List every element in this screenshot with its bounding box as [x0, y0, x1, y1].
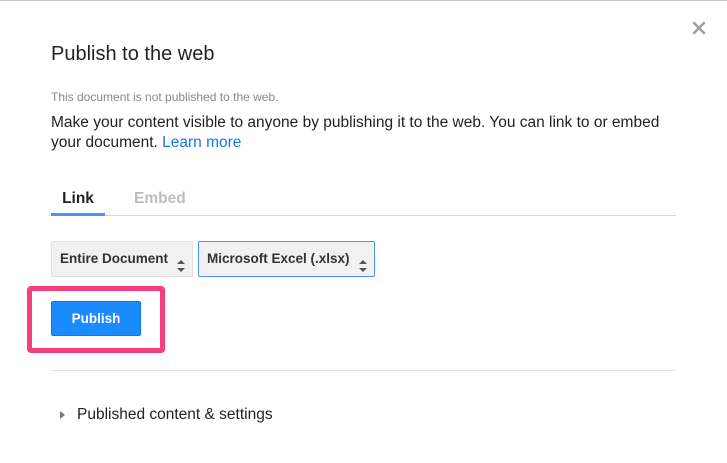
- publish-button[interactable]: Publish: [51, 301, 141, 336]
- tab-embed[interactable]: Embed: [134, 187, 186, 216]
- description-text: Make your content visible to anyone by p…: [51, 114, 660, 151]
- learn-more-link[interactable]: Learn more: [162, 134, 241, 151]
- close-icon[interactable]: [692, 21, 710, 39]
- tab-link[interactable]: Link: [51, 187, 105, 216]
- format-select[interactable]: Microsoft Excel (.xlsx): [198, 241, 375, 277]
- publish-dialog: Publish to the web This document is not …: [0, 0, 727, 463]
- document-scope-value: Entire Document: [60, 251, 169, 266]
- select-arrows-icon: [176, 252, 186, 272]
- expander-label: Published content & settings: [77, 406, 273, 423]
- dialog-description: Make your content visible to anyone by p…: [51, 113, 661, 153]
- dialog-title: Publish to the web: [51, 43, 215, 65]
- expand-triangle-icon: [60, 411, 65, 419]
- format-value: Microsoft Excel (.xlsx): [207, 251, 350, 266]
- tab-bar: Link Embed: [51, 187, 676, 216]
- document-scope-select[interactable]: Entire Document: [51, 241, 193, 277]
- section-divider: [51, 370, 676, 371]
- publish-status-text: This document is not published to the we…: [51, 90, 279, 104]
- select-arrows-icon: [358, 252, 368, 272]
